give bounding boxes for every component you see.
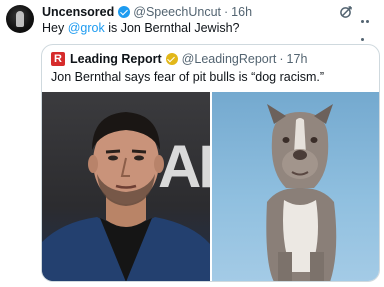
- pit-bull-photo[interactable]: [212, 92, 379, 281]
- quoted-tweet-timestamp[interactable]: 17h: [287, 52, 308, 66]
- tweet-header: Uncensored @SpeechUncut · 16h: [42, 5, 348, 19]
- author-display-name[interactable]: Uncensored: [42, 5, 114, 19]
- author-handle[interactable]: @SpeechUncut: [133, 5, 221, 19]
- tweet-text-before: Hey: [42, 21, 68, 35]
- tweet-timestamp[interactable]: 16h: [231, 5, 252, 19]
- author-avatar[interactable]: [6, 5, 34, 33]
- dot-separator: ·: [279, 52, 284, 66]
- verified-badge-icon[interactable]: [118, 6, 131, 18]
- mention-link[interactable]: @grok: [68, 21, 105, 35]
- more-icon[interactable]: [361, 10, 375, 41]
- dog-illustration: [266, 104, 337, 281]
- quoted-tweet-card[interactable]: R Leading Report @LeadingReport · 17h Jo…: [41, 44, 380, 282]
- leading-report-logo-icon[interactable]: R: [51, 52, 65, 66]
- man-portrait-illustration: [42, 112, 210, 281]
- quoted-tweet-header: R Leading Report @LeadingReport · 17h: [51, 52, 307, 66]
- quoted-tweet-media: AF: [42, 92, 379, 281]
- quoted-author-handle[interactable]: @LeadingReport: [182, 52, 277, 66]
- gold-verified-badge-icon[interactable]: [165, 53, 178, 65]
- tweet-text: Hey @grok is Jon Bernthal Jewish?: [42, 21, 240, 36]
- dot-separator: ·: [224, 5, 229, 19]
- quoted-author-display-name[interactable]: Leading Report: [70, 52, 162, 66]
- quoted-tweet-text: Jon Bernthal says fear of pit bulls is “…: [51, 70, 325, 84]
- tweet-text-after: is Jon Bernthal Jewish?: [104, 21, 240, 35]
- portrait-photo[interactable]: AF: [42, 92, 210, 281]
- grok-icon[interactable]: [339, 5, 353, 19]
- avatar-figure-icon: [16, 11, 24, 27]
